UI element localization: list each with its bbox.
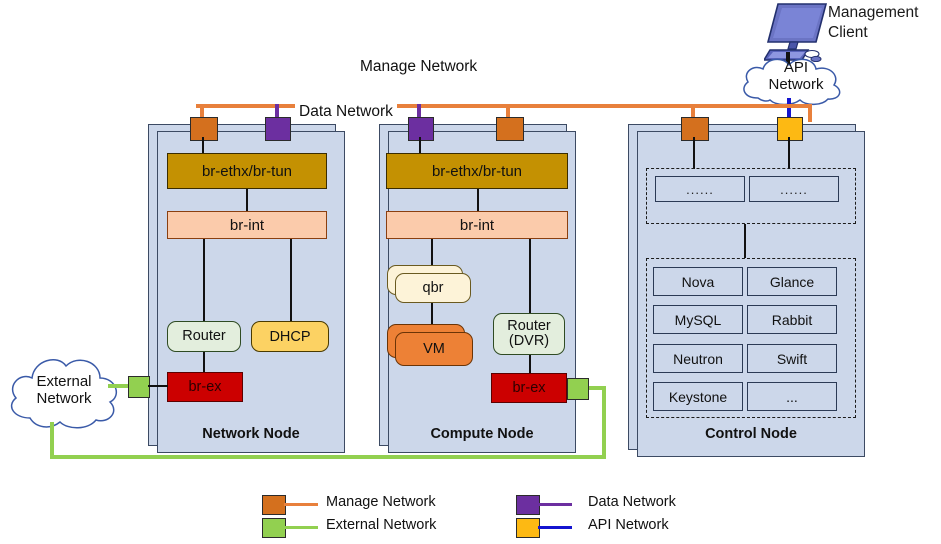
compute-node-vm-block[interactable]: VM: [395, 332, 473, 366]
control-node-service-rabbit[interactable]: Rabbit: [747, 305, 837, 334]
network-node-data-port[interactable]: [265, 117, 291, 141]
legend-swatch-data-network: [516, 495, 540, 515]
management-client-label-line2: Client: [828, 24, 868, 41]
cn-qbr-to-vm-wire: [431, 303, 433, 324]
network-node-router-block[interactable]: Router: [167, 321, 241, 352]
legend-line-external-network: [284, 526, 318, 529]
data-network-bus-label: Data Network: [295, 103, 397, 121]
legend-swatch-api-network: [516, 518, 540, 538]
compute-node-qbr-block[interactable]: qbr: [395, 273, 471, 303]
external-cloud-line2: Network: [36, 389, 92, 407]
control-node-service-keystone[interactable]: Keystone: [653, 382, 743, 411]
ctl-api-port-wire: [788, 137, 790, 169]
compute-node-br-ethx-block[interactable]: br-ethx/br-tun: [386, 153, 568, 189]
nn-port-to-brethx-wire: [202, 137, 204, 153]
ctl-manage-port-wire: [693, 137, 695, 169]
external-bottom-bus: [50, 455, 606, 459]
control-node-title: Control Node: [705, 426, 797, 442]
compute-node-br-int-block[interactable]: br-int: [386, 211, 568, 239]
manage-network-bus: [196, 104, 812, 108]
control-node-service-mysql[interactable]: MySQL: [653, 305, 743, 334]
control-node-service-neutron[interactable]: Neutron: [653, 344, 743, 373]
legend-line-data-network: [538, 503, 572, 506]
control-node-api-port[interactable]: [777, 117, 803, 141]
api-cloud-line1: API: [783, 59, 809, 76]
legend-line-manage-network: [284, 503, 318, 506]
external-compute-feed: [586, 386, 606, 390]
network-node-br-int-block[interactable]: br-int: [167, 211, 327, 239]
control-node-placeholder-box-1[interactable]: ......: [655, 176, 745, 202]
network-node-external-port[interactable]: [128, 376, 150, 398]
network-node-external-port-link: [148, 385, 168, 387]
nn-brethx-to-brint-wire: [246, 189, 248, 211]
compute-node-router-dvr-block[interactable]: Router (DVR): [493, 313, 565, 355]
manage-bus-right-riser: [808, 104, 812, 122]
router-dvr-label-line2: (DVR): [508, 333, 550, 349]
external-cloud-down-wire: [50, 422, 54, 458]
network-node-dhcp-block[interactable]: DHCP: [251, 321, 329, 352]
control-node-service-nova[interactable]: Nova: [653, 267, 743, 296]
management-client-label-line1: Management: [828, 4, 919, 21]
legend-swatch-manage-network: [262, 495, 286, 515]
control-node-manage-port[interactable]: [681, 117, 709, 141]
external-network-cloud-label: External Network: [8, 373, 120, 408]
cn-brethx-to-brint-wire: [477, 189, 479, 211]
network-node-title: Network Node: [202, 426, 300, 442]
cn-brint-to-router-dvr-wire: [529, 239, 531, 313]
nn-brint-to-router-wire: [203, 239, 205, 321]
cn-port-to-brethx-wire: [419, 137, 421, 153]
legend-line-api-network: [538, 526, 572, 529]
legend-label-external-network: External Network: [326, 517, 437, 533]
router-dvr-label-line1: Router: [507, 317, 551, 334]
compute-node-br-ex-block[interactable]: br-ex: [491, 373, 567, 403]
external-to-network-node-wire: [108, 384, 130, 388]
external-cloud-line1: External: [36, 373, 92, 390]
network-node-br-ethx-block[interactable]: br-ethx/br-tun: [167, 153, 327, 189]
ctl-group-link-wire: [744, 224, 746, 258]
management-client-icon: [764, 3, 828, 62]
nn-brint-to-dhcp-wire: [290, 239, 292, 321]
cn-router-to-brex-wire: [529, 353, 531, 373]
compute-node-manage-port[interactable]: [496, 117, 524, 141]
api-network-cloud-label: API Network: [742, 59, 850, 94]
network-node-br-ex-block[interactable]: br-ex: [167, 372, 243, 402]
manage-network-bus-label: Manage Network: [360, 58, 478, 75]
control-node-service-more[interactable]: ...: [747, 382, 837, 411]
control-node-placeholder-box-2[interactable]: ......: [749, 176, 839, 202]
api-cloud-line2: Network: [768, 75, 824, 93]
legend-label-manage-network: Manage Network: [326, 494, 436, 510]
legend-label-data-network: Data Network: [588, 494, 676, 510]
nn-router-to-brex-wire: [203, 352, 205, 372]
control-node-service-swift[interactable]: Swift: [747, 344, 837, 373]
diagram-canvas: Management Client API Network Manage Net…: [0, 0, 941, 544]
legend-label-api-network: API Network: [588, 517, 669, 533]
control-node-service-glance[interactable]: Glance: [747, 267, 837, 296]
external-riser-to-compute: [602, 388, 606, 458]
legend-swatch-external-network: [262, 518, 286, 538]
compute-node-data-port[interactable]: [408, 117, 434, 141]
compute-node-external-port[interactable]: [567, 378, 589, 400]
compute-node-title: Compute Node: [430, 426, 534, 442]
network-node-manage-port[interactable]: [190, 117, 218, 141]
